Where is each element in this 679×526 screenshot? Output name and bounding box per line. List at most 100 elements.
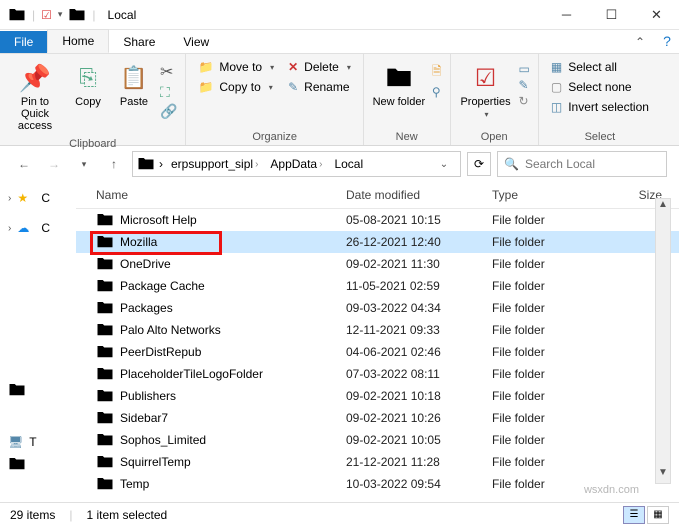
new-item-icon[interactable]: 🗎 <box>432 62 442 83</box>
nav-folder-3[interactable] <box>4 452 72 476</box>
column-headers: Name Date modified Type Size <box>76 182 679 209</box>
open-icon[interactable]: ▭ <box>519 62 530 76</box>
tab-share[interactable]: Share <box>109 31 169 53</box>
qat-dropdown-icon[interactable]: ▾ <box>58 9 63 20</box>
file-name: Packages <box>120 301 173 315</box>
ribbon-tabs: File Home Share View ⌃ ? <box>0 30 679 54</box>
details-view-button[interactable]: ☰ <box>623 506 645 524</box>
ribbon-collapse-icon[interactable]: ⌃ <box>625 31 655 53</box>
nav-folder-1[interactable] <box>4 378 72 402</box>
icons-view-button[interactable]: ▦ <box>647 506 669 524</box>
folder-icon <box>96 343 114 361</box>
nav-onedrive[interactable]: ›☁C <box>4 218 72 238</box>
new-folder-button[interactable]: New folder <box>372 58 426 112</box>
help-icon[interactable]: ? <box>655 29 679 53</box>
select-none-button[interactable]: ▢Select none <box>547 78 653 96</box>
scroll-down-icon[interactable]: ▼ <box>656 467 670 483</box>
delete-button[interactable]: ✕Delete▾ <box>284 58 355 76</box>
address-dropdown-icon[interactable]: ⌄ <box>432 152 456 176</box>
file-date: 04-06-2021 02:46 <box>346 345 492 359</box>
nav-folder-2[interactable]: 🖥T <box>4 432 72 452</box>
cut-icon[interactable]: ✂ <box>160 62 177 82</box>
qat-folder-icon <box>68 6 86 24</box>
file-date: 09-02-2021 11:30 <box>346 257 492 271</box>
paste-button[interactable]: 📋 Paste <box>114 58 154 112</box>
invert-selection-button[interactable]: ◫Invert selection <box>547 98 653 116</box>
table-row[interactable]: Packages09-03-2022 04:34File folder <box>76 297 679 319</box>
select-all-button[interactable]: ▦Select all <box>547 58 653 76</box>
tab-view[interactable]: View <box>169 31 223 53</box>
table-row[interactable]: Microsoft Help05-08-2021 10:15File folde… <box>76 209 679 231</box>
copy-path-icon[interactable]: ⛶ <box>160 84 177 101</box>
table-row[interactable]: Palo Alto Networks12-11-2021 09:33File f… <box>76 319 679 341</box>
scroll-up-icon[interactable]: ▲ <box>656 199 670 215</box>
file-date: 12-11-2021 09:33 <box>346 323 492 337</box>
refresh-button[interactable]: ⟳ <box>467 152 491 176</box>
group-new: New folder 🗎 ⚲ New <box>364 54 451 145</box>
column-type[interactable]: Type <box>492 188 612 202</box>
column-name[interactable]: Name <box>96 188 346 202</box>
search-box[interactable]: 🔍 Search Local <box>497 151 667 177</box>
qat-check-icon[interactable]: ☑ <box>41 8 52 22</box>
file-date: 07-03-2022 08:11 <box>346 367 492 381</box>
move-to-button[interactable]: 📁Move to▾ <box>194 58 278 76</box>
address-bar[interactable]: › erpsupport_sipl› AppData› Local ⌄ <box>132 151 461 177</box>
vertical-scrollbar[interactable]: ▲ ▼ <box>655 198 671 484</box>
file-name: Sophos_Limited <box>120 433 206 447</box>
maximize-button[interactable]: ☐ <box>589 0 634 30</box>
qat-divider: | <box>32 8 35 22</box>
breadcrumb-2[interactable]: Local <box>330 155 367 173</box>
table-row[interactable]: PeerDistRepub04-06-2021 02:46File folder <box>76 341 679 363</box>
navigation-pane[interactable]: ›★C ›☁C 🖥T <box>0 182 76 500</box>
table-row[interactable]: Publishers09-02-2021 10:18File folder <box>76 385 679 407</box>
history-icon[interactable]: ↻ <box>519 94 530 108</box>
table-row[interactable]: OneDrive09-02-2021 11:30File folder <box>76 253 679 275</box>
file-name: OneDrive <box>120 257 171 271</box>
tab-home[interactable]: Home <box>47 29 109 53</box>
breadcrumb-1[interactable]: AppData› <box>266 155 326 173</box>
minimize-button[interactable]: ─ <box>544 0 589 30</box>
close-button[interactable]: ✕ <box>634 0 679 30</box>
file-type: File folder <box>492 367 612 381</box>
back-button[interactable]: ← <box>12 152 36 176</box>
copy-to-button[interactable]: 📁Copy to▾ <box>194 78 278 96</box>
breadcrumb-0[interactable]: erpsupport_sipl› <box>167 155 262 173</box>
recent-locations-icon[interactable]: ▾ <box>72 152 96 176</box>
table-row[interactable]: SquirrelTemp21-12-2021 11:28File folder <box>76 451 679 473</box>
nav-quick-access[interactable]: ›★C <box>4 188 72 208</box>
tab-file[interactable]: File <box>0 31 47 53</box>
file-list[interactable]: Microsoft Help05-08-2021 10:15File folde… <box>76 209 679 495</box>
file-date: 09-02-2021 10:18 <box>346 389 492 403</box>
easy-access-icon[interactable]: ⚲ <box>432 85 442 99</box>
rename-button[interactable]: ✎Rename <box>284 78 355 96</box>
folder-icon <box>96 409 114 427</box>
file-type: File folder <box>492 279 612 293</box>
paste-shortcut-icon[interactable]: 🔗 <box>160 103 177 120</box>
copy-button[interactable]: ⎘ Copy <box>68 58 108 112</box>
file-name: Publishers <box>120 389 176 403</box>
forward-button[interactable]: → <box>42 152 66 176</box>
edit-icon[interactable]: ✎ <box>519 78 530 92</box>
select-none-icon: ▢ <box>551 80 562 94</box>
column-date[interactable]: Date modified <box>346 188 492 202</box>
folder-icon <box>96 299 114 317</box>
qat-divider-2: | <box>92 8 95 22</box>
table-row[interactable]: Mozilla26-12-2021 12:40File folder <box>76 231 679 253</box>
search-placeholder: Search Local <box>525 157 595 171</box>
properties-button[interactable]: ☑ Properties▾ <box>459 58 513 123</box>
folder-icon <box>96 233 114 251</box>
up-button[interactable]: ↑ <box>102 152 126 176</box>
table-row[interactable]: Sophos_Limited 09-02-2021 10:05File folde… <box>76 429 679 451</box>
search-icon: 🔍 <box>504 157 519 171</box>
group-organize: 📁Move to▾ 📁Copy to▾ ✕Delete▾ ✎Rename Org… <box>186 54 363 145</box>
file-date: 09-02-2021 10:05 <box>346 433 492 447</box>
group-clipboard: 📌 Pin to Quick access ⎘ Copy 📋 Paste ✂ ⛶… <box>0 54 186 145</box>
table-row[interactable]: PlaceholderTileLogoFolder07-03-2022 08:1… <box>76 363 679 385</box>
file-type: File folder <box>492 455 612 469</box>
table-row[interactable]: Package Cache11-05-2021 02:59File folder <box>76 275 679 297</box>
pin-quick-access-button[interactable]: 📌 Pin to Quick access <box>8 58 62 136</box>
content-area: ›★C ›☁C 🖥T Name Date modified Type Size … <box>0 182 679 500</box>
file-type: File folder <box>492 433 612 447</box>
table-row[interactable]: Sidebar709-02-2021 10:26File folder <box>76 407 679 429</box>
file-name: Mozilla <box>120 235 157 249</box>
